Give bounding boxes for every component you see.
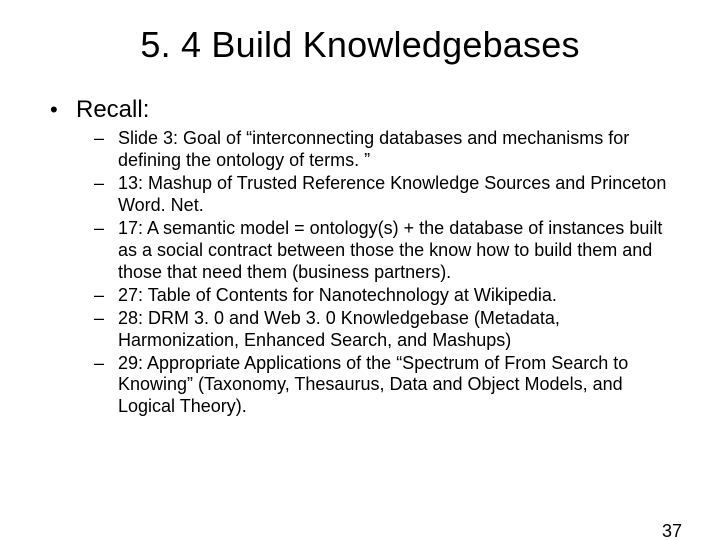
slide: 5. 4 Build Knowledgebases Recall: Slide … [0, 24, 720, 540]
slide-body: Recall: Slide 3: Goal of “interconnectin… [0, 96, 720, 418]
bullet-list-level2: Slide 3: Goal of “interconnecting databa… [94, 128, 680, 418]
bullet-item-recall: Recall: Slide 3: Goal of “interconnectin… [50, 96, 680, 418]
list-item: 27: Table of Contents for Nanotechnology… [94, 285, 680, 307]
slide-title: 5. 4 Build Knowledgebases [0, 24, 720, 66]
list-item: 13: Mashup of Trusted Reference Knowledg… [94, 173, 680, 217]
list-item: 29: Appropriate Applications of the “Spe… [94, 353, 680, 419]
list-item: Slide 3: Goal of “interconnecting databa… [94, 128, 680, 172]
bullet-label: Recall: [76, 96, 149, 123]
page-number: 37 [662, 521, 682, 540]
list-item: 17: A semantic model = ontology(s) + the… [94, 218, 680, 284]
bullet-list-level1: Recall: Slide 3: Goal of “interconnectin… [50, 96, 680, 418]
list-item: 28: DRM 3. 0 and Web 3. 0 Knowledgebase … [94, 308, 680, 352]
